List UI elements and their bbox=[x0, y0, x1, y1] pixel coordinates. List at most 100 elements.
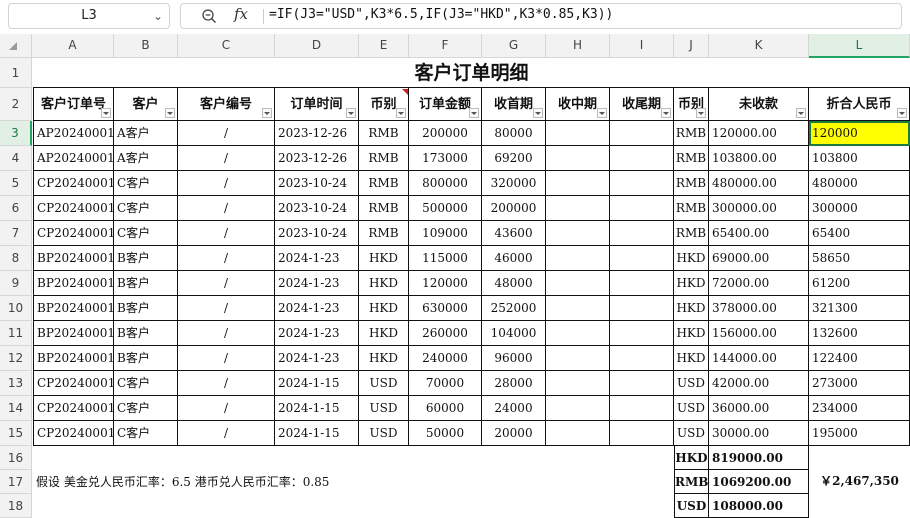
table-cell[interactable] bbox=[610, 296, 674, 321]
table-cell[interactable]: 120000 bbox=[409, 271, 482, 296]
table-cell[interactable] bbox=[546, 346, 610, 371]
filter-dropdown-icon[interactable] bbox=[262, 108, 272, 118]
table-cell[interactable]: 65400.00 bbox=[709, 221, 809, 246]
table-cell[interactable]: AP20240001 bbox=[33, 146, 114, 171]
filter-dropdown-icon[interactable] bbox=[533, 108, 543, 118]
table-cell[interactable]: 630000 bbox=[409, 296, 482, 321]
filter-dropdown-icon[interactable] bbox=[396, 108, 406, 118]
table-cell[interactable]: 260000 bbox=[409, 321, 482, 346]
table-cell[interactable] bbox=[546, 396, 610, 421]
table-cell[interactable] bbox=[610, 121, 674, 146]
table-cell[interactable]: USD bbox=[359, 371, 409, 396]
table-cell[interactable]: CP20240001 bbox=[33, 421, 114, 446]
table-cell[interactable]: 234000 bbox=[809, 396, 910, 421]
table-cell[interactable]: 70000 bbox=[409, 371, 482, 396]
table-cell[interactable]: 2024-1-23 bbox=[275, 296, 359, 321]
column-header-l[interactable]: L bbox=[809, 34, 910, 58]
table-cell[interactable] bbox=[546, 296, 610, 321]
table-cell[interactable]: 2023-12-26 bbox=[275, 146, 359, 171]
table-cell[interactable]: 28000 bbox=[482, 371, 546, 396]
table-cell[interactable] bbox=[610, 246, 674, 271]
table-cell[interactable]: CP20240001 bbox=[33, 171, 114, 196]
filter-dropdown-icon[interactable] bbox=[101, 108, 111, 118]
row-header-5[interactable]: 5 bbox=[0, 171, 32, 196]
row-header-11[interactable]: 11 bbox=[0, 321, 32, 346]
header-cell[interactable]: 客户编号 bbox=[178, 88, 275, 121]
table-cell[interactable]: HKD bbox=[359, 271, 409, 296]
table-cell[interactable]: HKD bbox=[674, 271, 709, 296]
table-cell[interactable]: BP20240001 bbox=[33, 246, 114, 271]
table-cell[interactable]: 132600 bbox=[809, 321, 910, 346]
table-cell[interactable]: 273000 bbox=[809, 371, 910, 396]
table-cell[interactable]: C客户 bbox=[114, 221, 178, 246]
table-cell[interactable]: 103800 bbox=[809, 146, 910, 171]
table-cell[interactable]: 43600 bbox=[482, 221, 546, 246]
table-cell[interactable]: 2024-1-23 bbox=[275, 246, 359, 271]
table-cell[interactable] bbox=[610, 271, 674, 296]
table-cell[interactable]: 46000 bbox=[482, 246, 546, 271]
column-header-f[interactable]: F bbox=[409, 34, 482, 58]
table-cell[interactable]: 24000 bbox=[482, 396, 546, 421]
table-cell[interactable]: C客户 bbox=[114, 371, 178, 396]
filter-dropdown-icon[interactable] bbox=[597, 108, 607, 118]
header-cell[interactable]: 币别 bbox=[674, 88, 709, 121]
header-cell[interactable]: 客户订单号 bbox=[33, 88, 114, 121]
table-cell[interactable]: HKD bbox=[359, 346, 409, 371]
table-cell[interactable] bbox=[610, 221, 674, 246]
table-cell[interactable]: BP20240001 bbox=[33, 296, 114, 321]
table-cell[interactable]: 109000 bbox=[409, 221, 482, 246]
table-cell[interactable] bbox=[546, 121, 610, 146]
comment-indicator[interactable] bbox=[402, 89, 408, 95]
header-cell[interactable]: 收尾期 bbox=[610, 88, 674, 121]
row-header-4[interactable]: 4 bbox=[0, 146, 32, 171]
table-cell[interactable]: 156000.00 bbox=[709, 321, 809, 346]
row-header-15[interactable]: 15 bbox=[0, 421, 32, 446]
table-cell[interactable]: 378000.00 bbox=[709, 296, 809, 321]
table-cell[interactable]: 115000 bbox=[409, 246, 482, 271]
table-cell[interactable]: 144000.00 bbox=[709, 346, 809, 371]
table-cell[interactable]: / bbox=[178, 146, 275, 171]
table-cell[interactable]: 61200 bbox=[809, 271, 910, 296]
table-cell[interactable]: 120000.00 bbox=[709, 121, 809, 146]
table-cell[interactable]: HKD bbox=[674, 321, 709, 346]
header-cell[interactable]: 订单时间 bbox=[275, 88, 359, 121]
table-cell[interactable]: HKD bbox=[674, 296, 709, 321]
table-cell[interactable]: 80000 bbox=[482, 121, 546, 146]
table-cell[interactable]: 2024-1-15 bbox=[275, 396, 359, 421]
table-cell[interactable]: HKD bbox=[674, 346, 709, 371]
filter-dropdown-icon[interactable] bbox=[346, 108, 356, 118]
table-cell[interactable] bbox=[610, 321, 674, 346]
table-cell[interactable] bbox=[610, 171, 674, 196]
table-cell[interactable]: / bbox=[178, 171, 275, 196]
active-cell[interactable]: 120000 bbox=[809, 121, 910, 146]
table-cell[interactable]: 48000 bbox=[482, 271, 546, 296]
column-header-h[interactable]: H bbox=[546, 34, 610, 58]
table-cell[interactable] bbox=[546, 271, 610, 296]
name-box[interactable]: L3 ⌄ bbox=[8, 3, 170, 29]
row-header-17[interactable]: 17 bbox=[0, 470, 32, 494]
row-header-13[interactable]: 13 bbox=[0, 371, 32, 396]
table-cell[interactable] bbox=[546, 221, 610, 246]
function-icon[interactable]: fx bbox=[234, 5, 248, 23]
table-cell[interactable]: 2024-1-15 bbox=[275, 421, 359, 446]
table-cell[interactable]: HKD bbox=[359, 246, 409, 271]
filter-dropdown-icon[interactable] bbox=[469, 108, 479, 118]
column-header-b[interactable]: B bbox=[114, 34, 178, 58]
table-cell[interactable]: USD bbox=[674, 421, 709, 446]
table-cell[interactable]: RMB bbox=[359, 196, 409, 221]
table-cell[interactable]: C客户 bbox=[114, 196, 178, 221]
table-cell[interactable] bbox=[610, 421, 674, 446]
table-cell[interactable]: 321300 bbox=[809, 296, 910, 321]
table-cell[interactable]: 30000.00 bbox=[709, 421, 809, 446]
table-cell[interactable]: 50000 bbox=[409, 421, 482, 446]
table-cell[interactable] bbox=[546, 421, 610, 446]
row-header-14[interactable]: 14 bbox=[0, 396, 32, 421]
table-cell[interactable] bbox=[546, 246, 610, 271]
table-cell[interactable]: 42000.00 bbox=[709, 371, 809, 396]
table-cell[interactable] bbox=[610, 146, 674, 171]
table-cell[interactable]: 2023-10-24 bbox=[275, 171, 359, 196]
column-header-k[interactable]: K bbox=[709, 34, 809, 58]
table-cell[interactable]: USD bbox=[674, 396, 709, 421]
table-cell[interactable]: / bbox=[178, 271, 275, 296]
header-cell[interactable]: 客户 bbox=[114, 88, 178, 121]
